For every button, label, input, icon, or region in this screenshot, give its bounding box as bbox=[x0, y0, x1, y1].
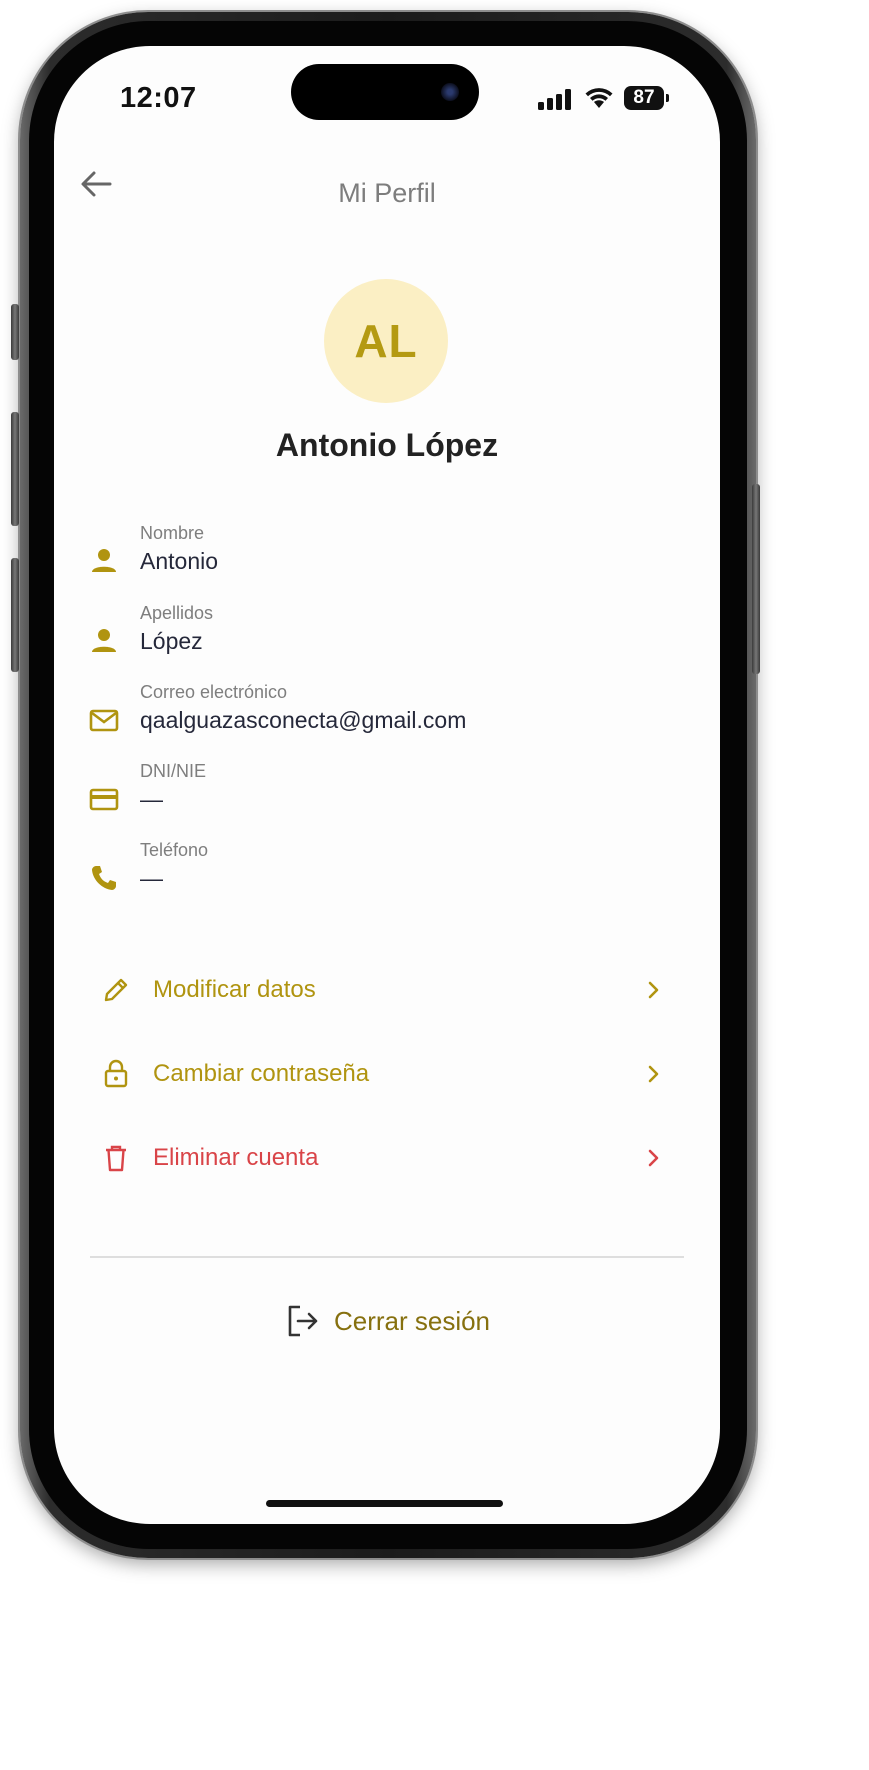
field-label: Apellidos bbox=[140, 603, 214, 623]
power-button bbox=[752, 484, 760, 674]
field-value: qaalguazasconecta@gmail.com bbox=[140, 707, 467, 733]
trash-icon bbox=[106, 1145, 126, 1172]
camera-icon bbox=[441, 83, 459, 101]
field-value: — bbox=[140, 865, 163, 891]
user-full-name: Antonio López bbox=[275, 427, 499, 463]
battery-tip bbox=[666, 94, 669, 102]
chevron-right-icon bbox=[648, 981, 659, 999]
lock-icon bbox=[104, 1059, 128, 1088]
phone-frame: 12:07 87 Mi Perfil AL Antonio López Nomb… bbox=[20, 12, 756, 1558]
mute-switch bbox=[11, 304, 19, 360]
person-icon bbox=[92, 629, 116, 652]
field-value: — bbox=[140, 786, 163, 812]
id-card-icon bbox=[89, 788, 119, 811]
field-email: Correo electrónico qaalguazasconecta@gma… bbox=[88, 682, 688, 752]
divider bbox=[90, 1256, 684, 1258]
field-label: DNI/NIE bbox=[140, 761, 207, 781]
logout-icon bbox=[288, 1305, 318, 1337]
home-indicator[interactable] bbox=[266, 1500, 503, 1507]
person-icon bbox=[92, 549, 116, 572]
modify-data-button[interactable]: Modificar datos bbox=[88, 960, 688, 1024]
field-value: López bbox=[140, 628, 203, 654]
dynamic-island bbox=[291, 64, 479, 120]
delete-account-button[interactable]: Eliminar cuenta bbox=[88, 1128, 688, 1192]
field-label: Teléfono bbox=[140, 840, 209, 860]
pencil-icon bbox=[104, 978, 128, 1002]
field-dni: DNI/NIE — bbox=[88, 761, 688, 831]
status-time: 12:07 bbox=[120, 82, 197, 114]
field-value: Antonio bbox=[140, 548, 219, 574]
logout-label: Cerrar sesión bbox=[333, 1305, 491, 1336]
avatar: AL bbox=[324, 279, 448, 403]
battery-icon: 87 bbox=[624, 86, 664, 110]
wifi-icon bbox=[585, 88, 613, 108]
change-password-button[interactable]: Cambiar contraseña bbox=[88, 1044, 688, 1108]
avatar-initials: AL bbox=[354, 315, 418, 367]
field-label: Correo electrónico bbox=[140, 682, 288, 702]
action-label: Modificar datos bbox=[153, 976, 316, 1003]
volume-up-button bbox=[11, 412, 19, 526]
logout-button[interactable]: Cerrar sesión bbox=[54, 1296, 720, 1346]
action-label: Cambiar contraseña bbox=[153, 1060, 370, 1087]
chevron-right-icon bbox=[648, 1065, 659, 1083]
mail-icon bbox=[89, 709, 119, 732]
screen: 12:07 87 Mi Perfil AL Antonio López Nomb… bbox=[54, 46, 720, 1524]
action-label: Eliminar cuenta bbox=[153, 1144, 319, 1171]
chevron-right-icon bbox=[648, 1149, 659, 1167]
signal-icon bbox=[538, 88, 574, 110]
field-telefono: Teléfono — bbox=[88, 840, 688, 910]
field-label: Nombre bbox=[140, 523, 205, 543]
phone-icon bbox=[92, 866, 116, 890]
field-apellidos: Apellidos López bbox=[88, 603, 688, 673]
page-title: Mi Perfil bbox=[338, 178, 436, 208]
volume-down-button bbox=[11, 558, 19, 672]
field-nombre: Nombre Antonio bbox=[88, 523, 688, 593]
